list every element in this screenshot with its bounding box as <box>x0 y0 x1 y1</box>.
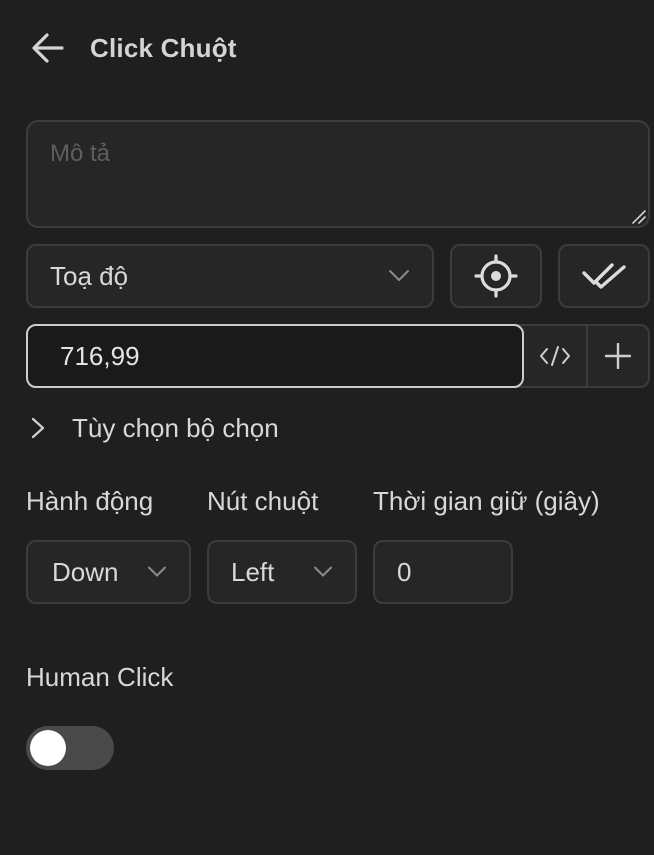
action-select[interactable]: Down <box>26 540 191 604</box>
code-icon <box>540 346 570 366</box>
plus-icon <box>605 343 631 369</box>
coordinates-input[interactable] <box>26 324 524 388</box>
selector-options-label: Tùy chọn bộ chọn <box>72 412 279 443</box>
mouse-button-value: Left <box>231 556 275 587</box>
header: Click Chuột <box>30 26 237 70</box>
hold-time-input[interactable] <box>373 540 513 604</box>
resize-grip-icon[interactable] <box>630 208 646 224</box>
selector-options-toggle[interactable]: Tùy chọn bộ chọn <box>30 406 279 450</box>
human-click-label: Human Click <box>26 662 174 692</box>
description-input[interactable] <box>26 120 650 228</box>
locator-type-select[interactable]: Toạ độ <box>26 244 434 308</box>
pick-target-button[interactable] <box>450 244 542 308</box>
back-button[interactable] <box>30 28 70 68</box>
code-button[interactable] <box>524 326 588 386</box>
crosshair-target-icon <box>474 254 518 298</box>
chevron-right-icon <box>31 417 45 439</box>
toggle-knob <box>30 730 66 766</box>
click-action-panel: Click Chuột Toạ độ <box>0 0 654 855</box>
chevron-down-icon <box>148 566 166 577</box>
page-title: Click Chuột <box>90 32 237 63</box>
chevron-down-icon <box>314 566 332 577</box>
coordinates-group <box>26 324 650 388</box>
arrow-left-icon <box>32 33 64 63</box>
verify-button[interactable] <box>558 244 650 308</box>
double-check-icon <box>582 263 626 289</box>
action-value: Down <box>52 556 119 587</box>
action-label: Hành động <box>26 486 154 516</box>
add-button[interactable] <box>588 326 648 386</box>
mouse-button-label: Nút chuột <box>207 486 319 516</box>
hold-time-label: Thời gian giữ (giây) <box>373 486 600 516</box>
mouse-button-select[interactable]: Left <box>207 540 357 604</box>
locator-type-value: Toạ độ <box>50 260 129 291</box>
human-click-toggle[interactable] <box>26 726 114 770</box>
chevron-down-icon <box>389 270 409 281</box>
